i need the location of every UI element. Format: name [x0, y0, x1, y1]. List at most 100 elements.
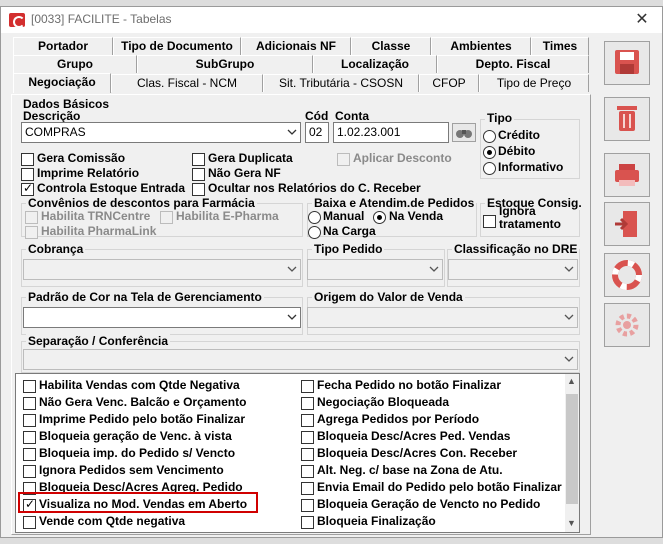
highlight-box — [18, 492, 258, 513]
option-right-checkbox[interactable] — [301, 465, 314, 478]
controla-estoque-checkbox[interactable] — [21, 181, 34, 196]
cod-field[interactable]: 02 — [305, 122, 329, 143]
option-left-label: Imprime Pedido pelo botão Finalizar — [39, 412, 246, 426]
ocultar-relatorios-label: Ocultar nos Relatórios do C. Receber — [208, 181, 421, 195]
option-right-checkbox[interactable] — [301, 414, 314, 427]
tab-cfop[interactable]: CFOP — [419, 74, 479, 92]
aplicar-desconto-label: Aplicar Desconto — [353, 151, 452, 165]
descricao-label: Descrição — [23, 109, 81, 123]
baixa-title: Baixa e Atendim.de Pedidos — [312, 196, 477, 210]
tab-tipo-preco[interactable]: Tipo de Preço — [479, 74, 589, 92]
tab-grupo[interactable]: Grupo — [13, 55, 137, 73]
scroll-thumb[interactable] — [566, 394, 578, 504]
imprime-relatorio-checkbox[interactable] — [21, 168, 34, 181]
tipo-informativo-radio[interactable] — [483, 162, 496, 175]
habilita-trncentre-checkbox[interactable] — [25, 211, 38, 224]
settings-button[interactable] — [604, 303, 650, 347]
options-scrollbar[interactable]: ▲ ▼ — [565, 374, 579, 532]
padrao-cor-combo[interactable] — [23, 307, 301, 328]
delete-button[interactable] — [604, 97, 650, 141]
cod-label: Cód — [305, 109, 329, 123]
nao-gera-nf-checkbox[interactable] — [192, 168, 205, 181]
option-right-checkbox[interactable] — [301, 397, 314, 410]
controla-estoque-label: Controla Estoque Entrada — [37, 181, 186, 195]
tab-negociacao[interactable]: Negociação — [13, 73, 111, 93]
save-button[interactable] — [604, 41, 650, 85]
cobranca-combo[interactable] — [23, 259, 301, 280]
option-left-checkbox[interactable] — [23, 380, 36, 393]
chevron-down-icon — [287, 129, 297, 135]
scroll-down-icon[interactable]: ▼ — [567, 518, 576, 528]
cobranca-title: Cobrança — [26, 242, 86, 256]
option-left-label: Ignora Pedidos sem Vencimento — [39, 463, 224, 477]
conta-field[interactable]: 1.02.23.001 — [333, 122, 449, 143]
option-left-label: Habilita Vendas com Qtde Negativa — [39, 378, 240, 392]
option-right-label: Negociação Bloqueada — [317, 395, 450, 409]
tipo-title: Tipo — [485, 111, 515, 125]
tipo-credito-label: Crédito — [498, 128, 540, 142]
option-right-checkbox[interactable] — [301, 499, 314, 512]
option-right-checkbox[interactable] — [301, 516, 314, 529]
origem-title: Origem do Valor de Venda — [312, 290, 465, 304]
baixa-na-carga-radio[interactable] — [308, 226, 321, 239]
option-left-checkbox[interactable] — [23, 448, 36, 461]
baixa-na-venda-radio[interactable] — [373, 211, 386, 224]
option-left-checkbox[interactable] — [23, 397, 36, 410]
conta-label: Conta — [335, 109, 369, 123]
option-right-checkbox[interactable] — [301, 448, 314, 461]
tipo-credito-radio[interactable] — [483, 130, 496, 143]
ocultar-relatorios-checkbox[interactable] — [192, 183, 205, 196]
option-left-checkbox[interactable] — [23, 414, 36, 427]
tab-portador[interactable]: Portador — [13, 37, 113, 55]
tab-sit-tributaria[interactable]: Sit. Tributária - CSOSN — [263, 74, 419, 92]
ignora-tratamento-checkbox[interactable] — [483, 215, 496, 228]
tipo-pedido-combo[interactable] — [307, 259, 443, 280]
option-right-label: Bloqueia Finalização — [317, 514, 436, 528]
classificacao-title: Classificação no DRE — [452, 242, 580, 256]
tabelas-window: [0033] FACILITE - Tabelas ✕ Portador Tip… — [0, 6, 663, 538]
tab-depto-fiscal[interactable]: Depto. Fiscal — [437, 55, 589, 73]
settings-gear-icon — [615, 313, 639, 337]
tab-subgrupo[interactable]: SubGrupo — [137, 55, 313, 73]
search-conta-button[interactable] — [452, 123, 476, 142]
chevron-down-icon — [564, 314, 574, 320]
imprime-relatorio-label: Imprime Relatório — [37, 166, 140, 180]
tipo-pedido-title: Tipo Pedido — [312, 242, 385, 256]
gera-duplicata-checkbox[interactable] — [192, 153, 205, 166]
tab-localizacao[interactable]: Localização — [313, 55, 437, 73]
help-button[interactable] — [604, 253, 650, 297]
option-left-checkbox[interactable] — [23, 431, 36, 444]
habilita-epharma-checkbox[interactable] — [160, 211, 173, 224]
tab-times[interactable]: Times — [531, 37, 589, 55]
print-button[interactable] — [604, 153, 650, 197]
option-left-checkbox[interactable] — [23, 516, 36, 529]
tab-tipo-documento[interactable]: Tipo de Documento — [113, 37, 241, 55]
gera-duplicata-label: Gera Duplicata — [208, 151, 293, 165]
option-right-checkbox[interactable] — [301, 380, 314, 393]
tab-classe[interactable]: Classe — [351, 37, 431, 55]
gera-comissao-checkbox[interactable] — [21, 153, 34, 166]
classificacao-combo[interactable] — [448, 259, 578, 280]
tipo-debito-radio[interactable] — [483, 146, 496, 159]
option-left-label: Vende com Qtde negativa — [39, 514, 186, 528]
aplicar-desconto-checkbox[interactable] — [337, 153, 350, 166]
separacao-combo[interactable] — [23, 349, 578, 370]
option-left-checkbox[interactable] — [23, 465, 36, 478]
option-right-checkbox[interactable] — [301, 431, 314, 444]
exit-button[interactable] — [604, 202, 650, 246]
scroll-up-icon[interactable]: ▲ — [567, 376, 576, 386]
descricao-combo[interactable]: COMPRAS — [21, 122, 301, 143]
option-right-checkbox[interactable] — [301, 482, 314, 495]
tab-ambientes[interactable]: Ambientes — [431, 37, 531, 55]
lifebuoy-icon — [612, 260, 642, 290]
origem-combo[interactable] — [307, 307, 578, 328]
baixa-manual-radio[interactable] — [308, 211, 321, 224]
baixa-na-venda-label: Na Venda — [389, 209, 444, 223]
tab-clas-fiscal-ncm[interactable]: Clas. Fiscal - NCM — [111, 74, 263, 92]
tab-adicionais-nf[interactable]: Adicionais NF — [241, 37, 351, 55]
close-button[interactable]: ✕ — [631, 9, 653, 31]
habilita-pharmalink-checkbox[interactable] — [25, 226, 38, 239]
window-title: [0033] FACILITE - Tabelas — [31, 12, 172, 26]
baixa-manual-label: Manual — [323, 209, 365, 223]
chevron-down-icon — [564, 266, 574, 272]
